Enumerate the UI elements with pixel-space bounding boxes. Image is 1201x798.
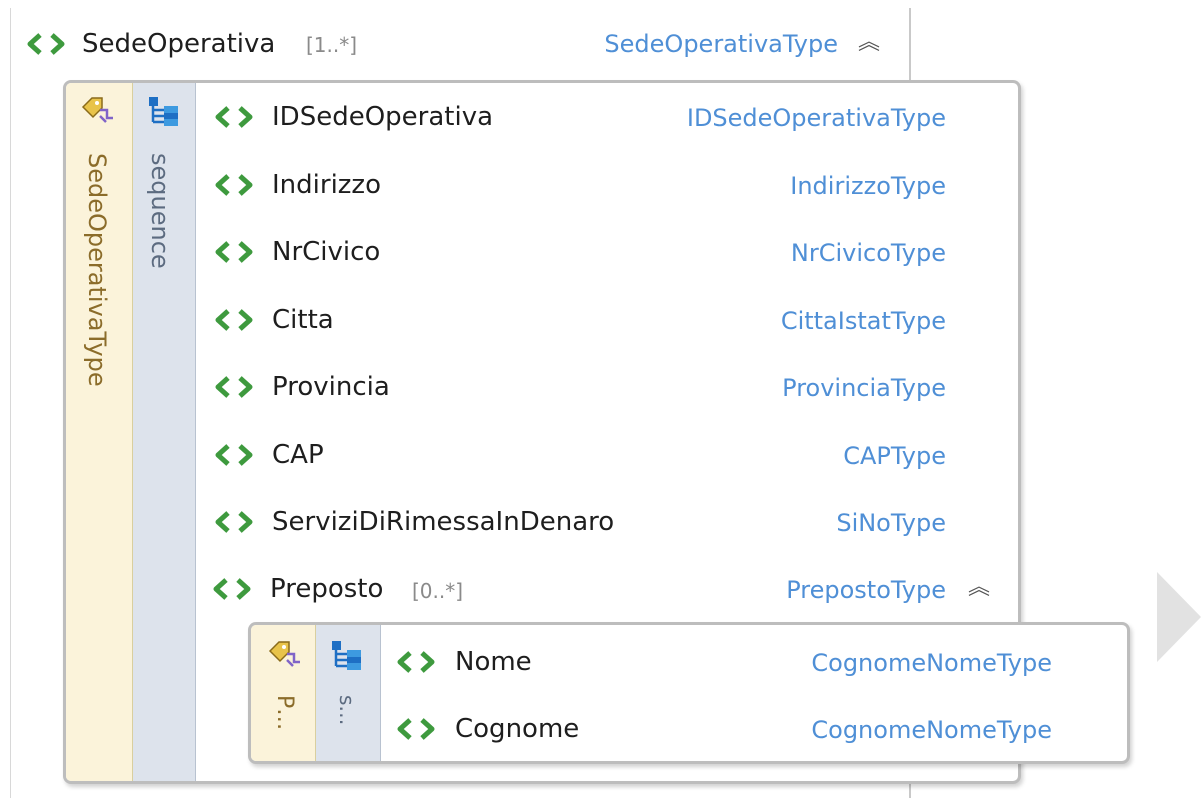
type-link[interactable]: CognomeNomeType: [760, 648, 1052, 678]
element-name-sedeoperativa[interactable]: SedeOperativa: [82, 29, 275, 59]
type-link[interactable]: CAPType: [600, 441, 946, 471]
element-icon: [214, 443, 254, 467]
element-icon: [214, 105, 254, 129]
sequence-column[interactable]: sequence: [133, 83, 196, 781]
type-link[interactable]: IndirizzoType: [600, 171, 946, 201]
type-link[interactable]: CittaIstatType: [600, 306, 946, 336]
type-name-vertical: SedeOperativaType: [83, 153, 111, 387]
compositor-label-vertical: s…: [335, 695, 359, 726]
collapse-chevron-icon[interactable]: ︽: [858, 28, 880, 58]
element-icon: [396, 650, 436, 674]
element-icon: [214, 375, 254, 399]
element-icon: [396, 717, 436, 741]
complex-type-icon: [267, 639, 303, 673]
element-name[interactable]: Nome: [455, 647, 532, 677]
element-name[interactable]: NrCivico: [272, 237, 380, 267]
type-link[interactable]: CognomeNomeType: [760, 715, 1052, 745]
element-icon: [214, 173, 254, 197]
element-icon: [214, 240, 254, 264]
type-link[interactable]: NrCivicoType: [600, 238, 946, 268]
type-name-vertical: P…: [272, 695, 297, 731]
element-icon: [214, 308, 254, 332]
type-link[interactable]: SedeOperativaType: [560, 29, 838, 59]
sequence-column[interactable]: s…: [316, 625, 381, 761]
element-name[interactable]: Indirizzo: [272, 170, 381, 200]
element-icon: [214, 510, 254, 534]
complex-type-column[interactable]: SedeOperativaType: [66, 83, 133, 781]
sequence-icon: [147, 95, 181, 131]
element-name[interactable]: IDSedeOperativa: [272, 102, 493, 132]
element-name[interactable]: Citta: [272, 305, 334, 335]
type-link[interactable]: ProvinciaType: [600, 373, 946, 403]
cardinality-label: [1..*]: [306, 33, 358, 57]
sequence-icon: [330, 639, 364, 675]
complex-type-column[interactable]: P…: [251, 625, 316, 761]
element-icon: [26, 32, 66, 56]
compositor-label-vertical: sequence: [146, 153, 174, 269]
element-name[interactable]: CAP: [272, 440, 324, 470]
type-link[interactable]: PrepostoType: [660, 575, 946, 605]
element-name[interactable]: Cognome: [455, 714, 579, 744]
cardinality-label: [0..*]: [412, 579, 464, 603]
collapse-chevron-icon[interactable]: ︽: [968, 573, 990, 603]
element-name[interactable]: ServiziDiRimessaInDenaro: [272, 507, 614, 537]
element-name[interactable]: Provincia: [272, 372, 390, 402]
complex-type-icon: [80, 95, 116, 129]
type-link[interactable]: IDSedeOperativaType: [600, 103, 946, 133]
element-name-preposto[interactable]: Preposto: [270, 574, 383, 604]
element-icon: [212, 577, 252, 601]
right-arrow-icon[interactable]: [1157, 572, 1201, 662]
type-link[interactable]: SiNoType: [600, 508, 946, 538]
